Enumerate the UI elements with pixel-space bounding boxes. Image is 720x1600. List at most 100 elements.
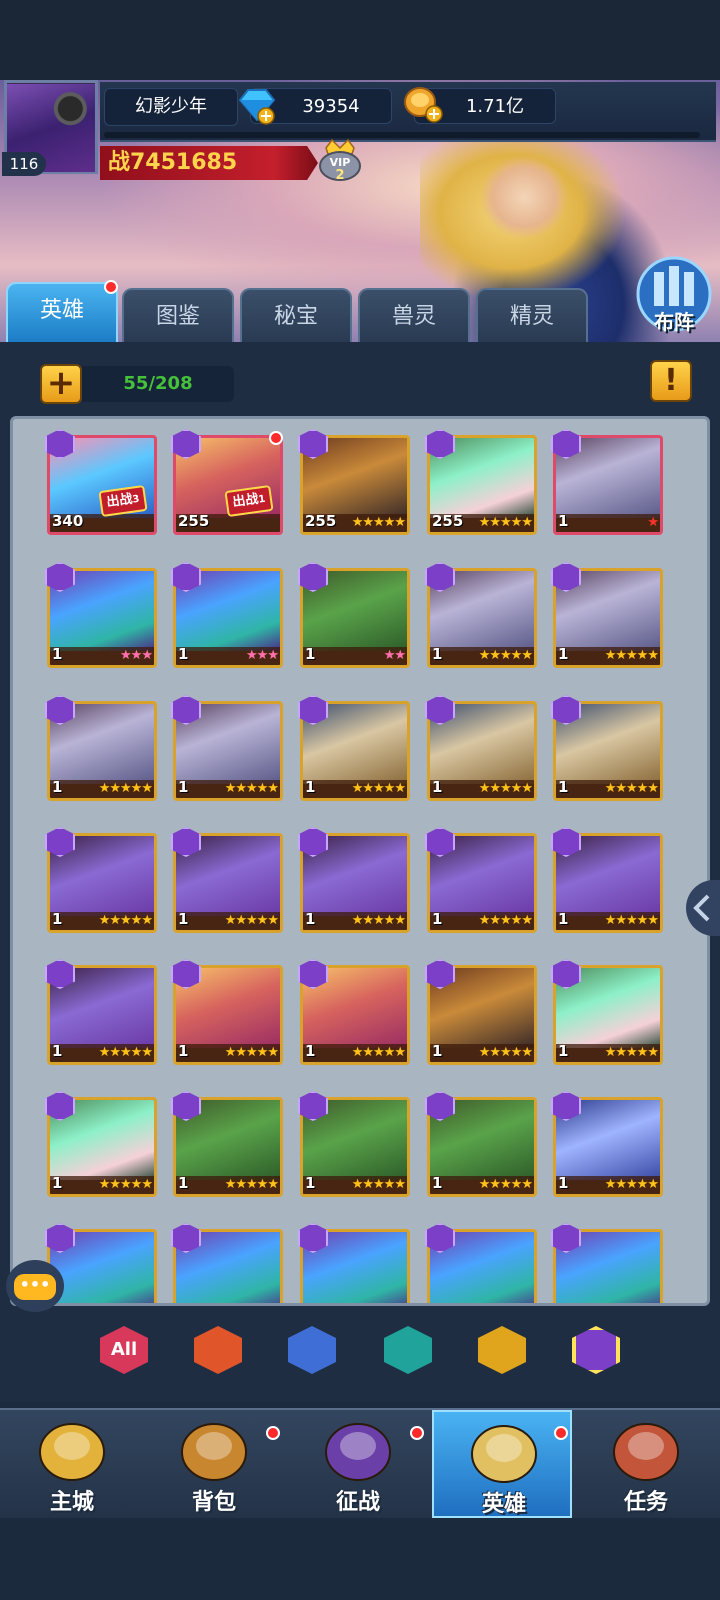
hero-level: 1 bbox=[558, 645, 569, 663]
hero-stars: ★★★★★ bbox=[351, 515, 406, 530]
tab-elf[interactable]: 精灵 bbox=[476, 288, 588, 342]
hero-level: 255 bbox=[432, 512, 464, 530]
hero-level: 1 bbox=[178, 1042, 189, 1060]
combat-power: 战7451685 bbox=[100, 146, 318, 180]
formation-button[interactable]: 布阵 bbox=[632, 254, 716, 340]
hero-level: 1 bbox=[178, 1174, 189, 1192]
hero-level: 1 bbox=[52, 910, 63, 928]
hero-stars: ★★★★★ bbox=[351, 781, 406, 796]
nav-scroll[interactable]: 任务 bbox=[576, 1410, 716, 1518]
hero-stars: ★★★★★ bbox=[224, 1045, 279, 1060]
player-name: 幻影少年 bbox=[104, 88, 238, 126]
hero-stars: ★★★★★ bbox=[98, 1045, 153, 1060]
info-button[interactable]: ! bbox=[650, 360, 692, 402]
diamond-value: 39354 bbox=[302, 96, 360, 117]
tab-heroes[interactable]: 英雄 bbox=[6, 282, 118, 342]
hero-stars: ★★★★★ bbox=[351, 1045, 406, 1060]
castle-icon bbox=[32, 1414, 112, 1484]
nav-label: 任务 bbox=[623, 1490, 668, 1515]
hero-level: 1 bbox=[52, 778, 63, 796]
helmet-icon bbox=[464, 1416, 544, 1486]
exp-bar bbox=[104, 132, 700, 138]
tab-label: 秘宝 bbox=[273, 304, 318, 329]
scroll-icon bbox=[606, 1414, 686, 1484]
hero-stars: ★★★★★ bbox=[98, 913, 153, 928]
hero-stars: ★★★★★ bbox=[604, 648, 659, 663]
status-bar-area bbox=[0, 0, 720, 80]
side-drawer-handle[interactable] bbox=[686, 880, 720, 936]
hero-stars: ★★★★★ bbox=[604, 1045, 659, 1060]
nav-label: 主城 bbox=[49, 1490, 94, 1515]
hero-level: 1 bbox=[558, 1042, 569, 1060]
hero-stars: ★★★★★ bbox=[604, 1177, 659, 1192]
nav-red-dot bbox=[410, 1426, 424, 1440]
hero-level: 1 bbox=[432, 1042, 443, 1060]
hero-stars: ★★★★★ bbox=[478, 913, 533, 928]
nav-bottom-fill bbox=[0, 1518, 720, 1600]
deploy-label: 出战 bbox=[105, 491, 134, 511]
hero-stars: ★★★ bbox=[246, 648, 279, 663]
hero-stars: ★★★★★ bbox=[351, 1177, 406, 1192]
hero-level: 340 bbox=[52, 512, 84, 530]
nav-label: 英雄 bbox=[481, 1492, 526, 1517]
hero-stars: ★★ bbox=[383, 648, 406, 663]
hero-stars: ★★★ bbox=[120, 648, 153, 663]
hero-level: 1 bbox=[52, 1042, 63, 1060]
nav-helmet[interactable]: 英雄 bbox=[432, 1410, 572, 1518]
formation-label: 布阵 bbox=[654, 310, 694, 334]
diamond-icon bbox=[238, 89, 276, 125]
nav-red-dot bbox=[554, 1426, 568, 1440]
hero-level: 1 bbox=[52, 1174, 63, 1192]
gold-coin-icon bbox=[404, 87, 443, 123]
tab-codex[interactable]: 图鉴 bbox=[122, 288, 234, 342]
hero-level: 1 bbox=[432, 645, 443, 663]
hero-stars: ★ bbox=[647, 515, 659, 530]
vip-badge[interactable]: VIP 2 bbox=[318, 138, 362, 184]
hero-level: 1 bbox=[305, 910, 316, 928]
hero-card-footer bbox=[556, 514, 660, 532]
hero-stars: ★★★★★ bbox=[224, 781, 279, 796]
hero-level: 1 bbox=[305, 1174, 316, 1192]
hero-stars: ★★★★★ bbox=[98, 781, 153, 796]
hero-stars: ★★★★★ bbox=[604, 781, 659, 796]
hero-stars: ★★★★★ bbox=[478, 1177, 533, 1192]
tab-label: 精灵 bbox=[509, 304, 554, 329]
deploy-slot-number: 3 bbox=[131, 493, 141, 506]
nav-chest[interactable]: 背包 bbox=[144, 1410, 284, 1518]
tab-beast-spirit[interactable]: 兽灵 bbox=[358, 288, 470, 342]
hero-level: 1 bbox=[305, 1042, 316, 1060]
expand-slots-button[interactable]: + bbox=[40, 364, 82, 404]
hero-stars: ★★★★★ bbox=[478, 1045, 533, 1060]
hero-level: 1 bbox=[305, 778, 316, 796]
tab-treasure[interactable]: 秘宝 bbox=[240, 288, 352, 342]
hero-stars: ★★★★★ bbox=[478, 781, 533, 796]
nav-label: 背包 bbox=[191, 1490, 236, 1515]
diamond-add-button[interactable] bbox=[236, 86, 278, 126]
tab-heroes-red-dot bbox=[104, 280, 118, 294]
hero-count: 55/208 bbox=[82, 366, 234, 402]
tab-label: 兽灵 bbox=[391, 304, 436, 329]
tab-label: 英雄 bbox=[39, 298, 84, 323]
hero-level: 255 bbox=[305, 512, 337, 530]
hero-level: 1 bbox=[432, 910, 443, 928]
nav-red-dot bbox=[266, 1426, 280, 1440]
nav-label: 征战 bbox=[335, 1490, 380, 1515]
hero-level: 1 bbox=[558, 910, 569, 928]
deploy-slot-number: 1 bbox=[257, 493, 267, 506]
vip-level: 2 bbox=[335, 168, 345, 183]
hero-grid: 340 出战3 255 出战1 255 ★★★★★ 255 ★★★★★ 1 ★ 1 ★★★ 1 ★★★ 1 ★… bbox=[10, 416, 710, 1306]
nav-castle[interactable]: 主城 bbox=[2, 1410, 142, 1518]
hero-stars: ★★★★★ bbox=[351, 913, 406, 928]
hero-level: 1 bbox=[52, 645, 63, 663]
hero-level: 1 bbox=[305, 645, 316, 663]
hero-level: 1 bbox=[178, 910, 189, 928]
gold-add-button[interactable] bbox=[402, 84, 446, 126]
hero-level: 1 bbox=[432, 778, 443, 796]
gold-value: 1.71亿 bbox=[465, 96, 525, 117]
hero-stars: ★★★★★ bbox=[478, 515, 533, 530]
player-level: 116 bbox=[2, 152, 46, 176]
dragon-portal-icon bbox=[318, 1414, 398, 1484]
hero-level: 1 bbox=[432, 1174, 443, 1192]
nav-dragon-portal[interactable]: 征战 bbox=[288, 1410, 428, 1518]
hero-level: 1 bbox=[178, 778, 189, 796]
